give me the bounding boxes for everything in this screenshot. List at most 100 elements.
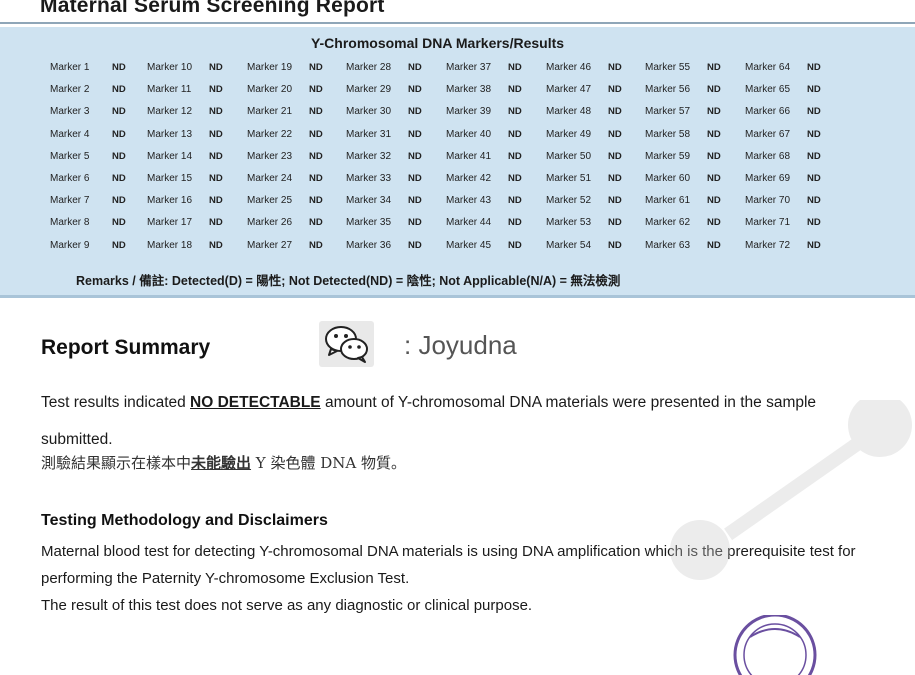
marker-name: Marker 65 — [745, 84, 791, 96]
marker-result: ND — [112, 195, 126, 207]
marker-result: ND — [807, 84, 821, 96]
marker-result: ND — [707, 217, 721, 229]
marker-result: ND — [309, 217, 323, 229]
marker-result: ND — [309, 195, 323, 207]
marker-name: Marker 16 — [147, 195, 193, 207]
marker-result: ND — [508, 150, 522, 162]
marker-result: ND — [807, 172, 821, 184]
marker-result: ND — [508, 172, 522, 184]
marker-name: Marker 45 — [446, 239, 492, 251]
marker-result: ND — [508, 128, 522, 140]
marker-name: Marker 30 — [346, 106, 392, 118]
marker-name: Marker 42 — [446, 172, 492, 184]
marker-result: ND — [508, 106, 522, 118]
marker-name: Marker 51 — [546, 172, 592, 184]
remarks-line: Remarks / 備註: Detected(D) = 陽性; Not Dete… — [76, 274, 621, 288]
marker-name: Marker 26 — [247, 217, 293, 229]
marker-name: Marker 63 — [645, 239, 691, 251]
marker-result: ND — [508, 84, 522, 96]
marker-result: ND — [608, 128, 622, 140]
marker-name: Marker 47 — [546, 84, 592, 96]
summary-emphasis: NO DETECTABLE — [190, 394, 321, 411]
marker-name: Marker 37 — [446, 62, 492, 73]
marker-result: ND — [408, 150, 422, 162]
marker-result: ND — [807, 128, 821, 140]
marker-result: ND — [112, 106, 126, 118]
marker-name: Marker 56 — [645, 84, 691, 96]
marker-result: ND — [309, 239, 323, 251]
marker-name: Marker 44 — [446, 217, 492, 229]
marker-result: ND — [209, 195, 223, 207]
marker-result: ND — [408, 172, 422, 184]
marker-result: ND — [309, 172, 323, 184]
marker-name: Marker 66 — [745, 106, 791, 118]
marker-name: Marker 70 — [745, 195, 791, 207]
marker-result: ND — [707, 239, 721, 251]
marker-result: ND — [408, 128, 422, 140]
marker-name: Marker 71 — [745, 217, 791, 229]
marker-result: ND — [807, 150, 821, 162]
marker-name: Marker 1 — [50, 62, 90, 73]
marker-name: Marker 38 — [446, 84, 492, 96]
marker-result: ND — [707, 106, 721, 118]
marker-name: Marker 64 — [745, 62, 791, 73]
marker-name: Marker 43 — [446, 195, 492, 207]
summary-chinese: 測驗結果顯示在樣本中未能驗出 Y 染色體 DNA 物質。 — [41, 452, 406, 474]
marker-name: Marker 72 — [745, 239, 791, 251]
marker-name: Marker 54 — [546, 239, 592, 251]
marker-name: Marker 2 — [50, 84, 90, 96]
marker-name: Marker 50 — [546, 150, 592, 162]
marker-result: ND — [707, 84, 721, 96]
marker-result: ND — [608, 195, 622, 207]
marker-result: ND — [408, 84, 422, 96]
marker-result: ND — [209, 150, 223, 162]
marker-name: Marker 57 — [645, 106, 691, 118]
marker-name: Marker 15 — [147, 172, 193, 184]
methodology-title: Testing Methodology and Disclaimers — [41, 512, 328, 529]
marker-result: ND — [112, 217, 126, 229]
marker-name: Marker 53 — [546, 217, 592, 229]
marker-name: Marker 7 — [50, 195, 90, 207]
dna-watermark-icon — [670, 400, 912, 580]
brand-handle: : Joyudna — [404, 330, 517, 360]
marker-result: ND — [112, 172, 126, 184]
marker-name: Marker 55 — [645, 62, 691, 73]
marker-name: Marker 40 — [446, 128, 492, 140]
marker-name: Marker 49 — [546, 128, 592, 140]
marker-name: Marker 29 — [346, 84, 392, 96]
marker-name: Marker 9 — [50, 239, 90, 251]
marker-name: Marker 33 — [346, 172, 392, 184]
marker-result: ND — [608, 106, 622, 118]
marker-result: ND — [112, 62, 126, 73]
marker-name: Marker 61 — [645, 195, 691, 207]
markers-panel: Y-Chromosomal DNA Markers/Results Marker… — [0, 27, 915, 298]
marker-result: ND — [209, 128, 223, 140]
title-divider — [0, 22, 915, 24]
marker-result: ND — [112, 128, 126, 140]
marker-name: Marker 60 — [645, 172, 691, 184]
marker-result: ND — [209, 217, 223, 229]
marker-result: ND — [807, 106, 821, 118]
marker-result: ND — [608, 172, 622, 184]
marker-result: ND — [508, 239, 522, 251]
marker-name: Marker 23 — [247, 150, 293, 162]
marker-result: ND — [508, 195, 522, 207]
marker-result: ND — [209, 239, 223, 251]
wechat-icon — [319, 321, 374, 367]
marker-name: Marker 22 — [247, 128, 293, 140]
marker-result: ND — [408, 217, 422, 229]
marker-result: ND — [209, 172, 223, 184]
marker-result: ND — [707, 172, 721, 184]
marker-name: Marker 25 — [247, 195, 293, 207]
zh-emphasis: 未能驗出 — [191, 454, 252, 472]
marker-result: ND — [209, 106, 223, 118]
marker-name: Marker 39 — [446, 106, 492, 118]
marker-name: Marker 28 — [346, 62, 392, 73]
marker-result: ND — [408, 239, 422, 251]
marker-name: Marker 41 — [446, 150, 492, 162]
marker-name: Marker 12 — [147, 106, 193, 118]
marker-result: ND — [608, 217, 622, 229]
marker-result: ND — [309, 106, 323, 118]
marker-result: ND — [309, 128, 323, 140]
marker-name: Marker 68 — [745, 150, 791, 162]
